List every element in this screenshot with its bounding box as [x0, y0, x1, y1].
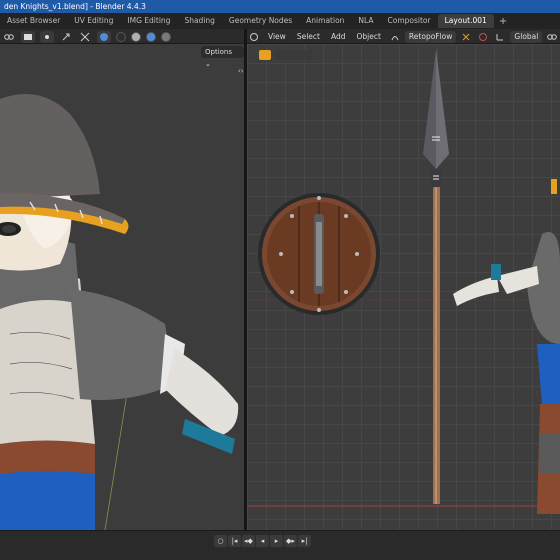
next-keyframe-icon[interactable]: ◆▸: [284, 535, 297, 547]
title-bar: den Knights_v1.blend] - Blender 4.4.3: [0, 0, 560, 13]
transform-orientation-icon[interactable]: [493, 31, 507, 43]
tab-nla[interactable]: NLA: [351, 14, 380, 28]
snap-icon[interactable]: [459, 31, 473, 43]
overlay-icon[interactable]: [21, 30, 35, 43]
tab-uv-editing[interactable]: UV Editing: [67, 14, 120, 28]
gizmo-icon[interactable]: [59, 31, 73, 43]
right-viewport[interactable]: [247, 44, 560, 530]
tab-shading[interactable]: Shading: [177, 14, 221, 28]
menu-view[interactable]: View: [264, 32, 290, 41]
retopoflow-menu[interactable]: RetopoFlow: [404, 30, 457, 43]
play-icon[interactable]: ▸: [270, 535, 283, 547]
props-render: [247, 49, 560, 514]
tab-animation[interactable]: Animation: [299, 14, 351, 28]
tab-compositor[interactable]: Compositor: [381, 14, 438, 28]
jump-end-icon[interactable]: ▸|: [298, 535, 311, 547]
pivot-icon[interactable]: [545, 31, 559, 43]
link-icon[interactable]: [2, 31, 16, 43]
tools-icon[interactable]: [78, 31, 92, 43]
shading-rendered-icon[interactable]: [161, 31, 171, 42]
viewport-shading-toggle[interactable]: [97, 30, 111, 43]
tab-img-editing[interactable]: IMG Editing: [120, 14, 177, 28]
retopoflow-icon[interactable]: [388, 31, 402, 43]
transform-orientation-dropdown[interactable]: Global: [510, 30, 543, 43]
character-render: [0, 44, 244, 530]
shading-material-icon[interactable]: [146, 31, 156, 42]
tab-asset-browser[interactable]: Asset Browser: [0, 14, 67, 28]
jump-start-icon[interactable]: |◂: [228, 535, 241, 547]
play-reverse-icon[interactable]: ◂: [256, 535, 269, 547]
keyframe-icon[interactable]: ○: [214, 535, 227, 547]
timeline-bar: ○ |◂ ◂◆ ◂ ▸ ◆▸ ▸|: [0, 530, 560, 560]
viewport-header: View Select Add Object RetopoFlow Global: [0, 29, 560, 44]
left-viewport[interactable]: Options ⌄ ‹›: [0, 44, 244, 530]
add-workspace-button[interactable]: +: [494, 16, 512, 27]
menu-add[interactable]: Add: [327, 32, 350, 41]
window-title: den Knights_v1.blend] - Blender 4.4.3: [4, 2, 146, 11]
left-header-tools: [0, 29, 244, 44]
shading-solid-icon[interactable]: [131, 31, 141, 42]
proportional-edit-icon[interactable]: [476, 31, 490, 43]
options-dropdown[interactable]: Options ⌄: [201, 46, 244, 68]
panel-collapse-icon[interactable]: ‹›: [238, 67, 244, 75]
workspace-tabs: Asset Browser UV Editing IMG Editing Sha…: [0, 13, 560, 29]
right-header-tools: View Select Add Object RetopoFlow Global: [247, 29, 560, 44]
tab-layout-001[interactable]: Layout.001: [437, 14, 494, 28]
editor-type-icon[interactable]: [247, 31, 261, 43]
tab-geometry-nodes[interactable]: Geometry Nodes: [222, 14, 299, 28]
shading-wireframe-icon[interactable]: [116, 31, 126, 42]
playback-controls: ○ |◂ ◂◆ ◂ ▸ ◆▸ ▸|: [214, 535, 311, 547]
menu-select[interactable]: Select: [293, 32, 324, 41]
menu-object[interactable]: Object: [352, 32, 384, 41]
prev-keyframe-icon[interactable]: ◂◆: [242, 535, 255, 547]
xray-icon[interactable]: [40, 30, 54, 43]
